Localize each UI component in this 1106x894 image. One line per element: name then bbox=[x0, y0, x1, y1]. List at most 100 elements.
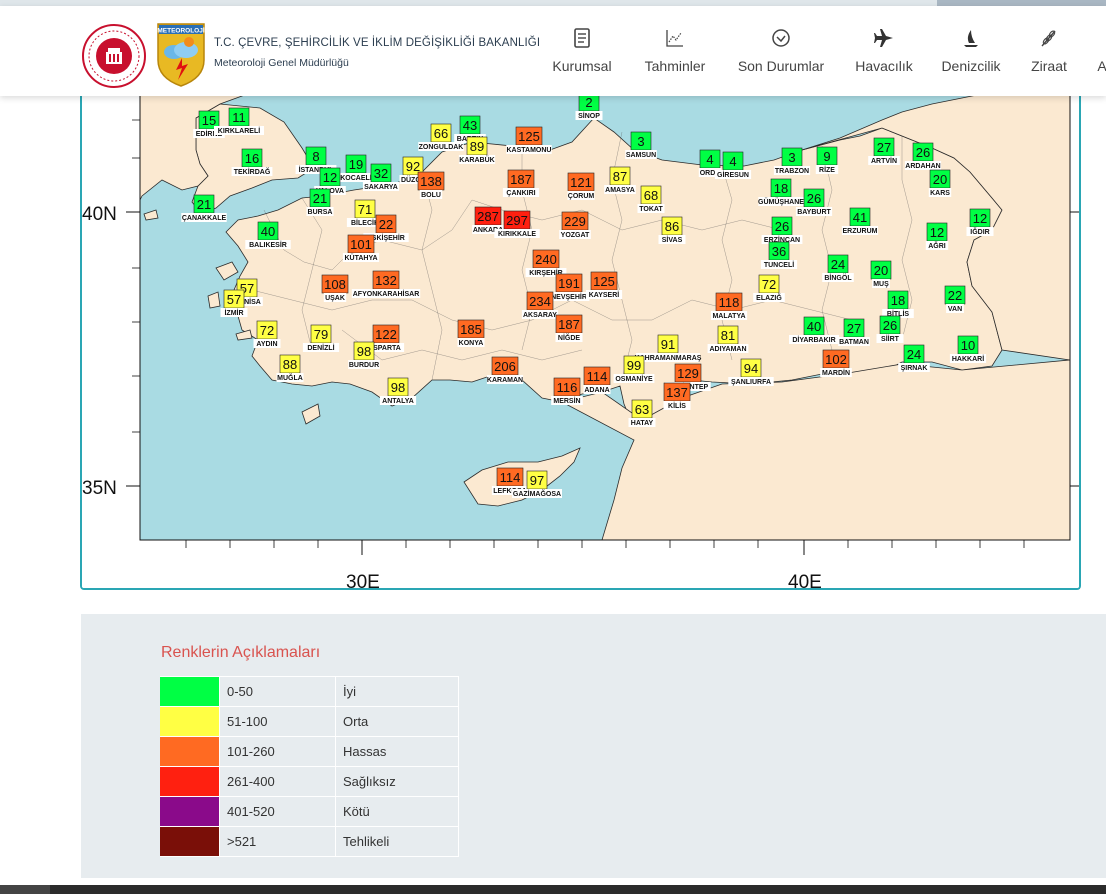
station-marker[interactable]: 108 UŞAK bbox=[321, 274, 349, 302]
station-value: 234 bbox=[529, 294, 551, 309]
station-name: KÜTAHYA bbox=[344, 253, 377, 262]
station-marker[interactable]: 101KÜTAHYA bbox=[342, 234, 380, 262]
station-value: 187 bbox=[510, 172, 532, 187]
station-value: 22 bbox=[948, 288, 962, 303]
station-marker[interactable]: 125 KAYSERİ bbox=[585, 271, 623, 299]
station-marker[interactable]: 86 SİVAS bbox=[658, 216, 686, 244]
nav-label: Havacılık bbox=[855, 58, 913, 74]
station-marker[interactable]: 12IĞDIR bbox=[966, 208, 994, 236]
station-value: 137 bbox=[666, 385, 688, 400]
station-marker[interactable]: 22 VAN bbox=[944, 285, 966, 313]
station-value: 68 bbox=[644, 188, 658, 203]
station-name: BATMAN bbox=[839, 339, 869, 346]
station-value: 10 bbox=[961, 338, 975, 353]
nav-label: Denizcilik bbox=[941, 58, 1001, 74]
nav-ziraat[interactable]: Ziraat bbox=[1024, 22, 1074, 84]
station-name: BURSA bbox=[308, 209, 333, 216]
station-value: 122 bbox=[375, 327, 397, 342]
nav-denizcilik[interactable]: Denizcilik bbox=[936, 22, 1006, 84]
station-marker[interactable]: 234 AKSARAY bbox=[521, 291, 559, 319]
station-marker[interactable]: 121 ÇORUM bbox=[567, 172, 595, 200]
station-marker[interactable]: 137 KİLİS bbox=[663, 382, 691, 410]
station-name: KİLİS bbox=[668, 402, 686, 410]
station-name: GİRESUN bbox=[717, 171, 749, 179]
mgm-logo[interactable]: METEOROLOJİ bbox=[156, 22, 206, 88]
org-subtitle: Meteoroloji Genel Müdürlüğü bbox=[214, 57, 349, 69]
station-marker[interactable]: 114 ADANA bbox=[583, 366, 611, 394]
station-value: 4 bbox=[706, 152, 713, 167]
station-marker[interactable]: 63 HATAY bbox=[628, 399, 656, 427]
station-value: 125 bbox=[518, 129, 540, 144]
station-marker[interactable]: 26 SİİRT bbox=[876, 315, 904, 343]
station-value: 81 bbox=[721, 328, 735, 343]
station-name: GÜMÜŞHANE bbox=[758, 197, 804, 206]
nav-havacilik[interactable]: Havacılık bbox=[850, 22, 918, 84]
station-value: 87 bbox=[613, 169, 627, 184]
station-value: 2 bbox=[585, 95, 592, 110]
station-marker[interactable]: 20 MUŞ bbox=[870, 260, 892, 288]
station-value: 97 bbox=[530, 473, 544, 488]
station-value: 114 bbox=[500, 470, 521, 485]
station-value: 297 bbox=[506, 213, 528, 228]
nav-son-durumlar[interactable]: Son Durumlar bbox=[732, 22, 830, 84]
station-marker[interactable]: 2 SİNOP bbox=[575, 92, 603, 120]
station-marker[interactable]: 68 TOKAT bbox=[637, 185, 665, 213]
station-value: 66 bbox=[434, 126, 448, 141]
station-value: 40 bbox=[807, 319, 821, 334]
station-name: KAYSERİ bbox=[589, 291, 620, 299]
station-marker[interactable]: 12AĞRI bbox=[925, 222, 949, 250]
station-value: 19 bbox=[349, 157, 363, 172]
legend-title: Renklerin Açıklamaları bbox=[161, 644, 321, 661]
station-name: UŞAK bbox=[325, 295, 345, 302]
station-marker[interactable]: 20 KARS bbox=[928, 169, 952, 197]
station-value: 41 bbox=[853, 210, 867, 225]
nav-kurumsal[interactable]: Kurumsal bbox=[548, 22, 616, 84]
legend-range: >521 bbox=[219, 826, 336, 857]
station-value: 24 bbox=[831, 257, 845, 272]
station-marker[interactable]: 229 YOZGAT bbox=[559, 211, 591, 239]
station-marker[interactable]: 187 ÇANKIRI bbox=[502, 169, 540, 197]
legend-swatch bbox=[160, 706, 220, 737]
station-name: ADANA bbox=[584, 387, 609, 394]
lat-label-35n: 35N bbox=[82, 478, 117, 499]
station-value: 12 bbox=[973, 211, 987, 226]
station-marker[interactable]: 206 KARAMAN bbox=[486, 356, 524, 384]
station-marker[interactable]: 72 AYDIN bbox=[253, 320, 281, 348]
chart-icon bbox=[666, 30, 683, 47]
station-name: AYDIN bbox=[256, 341, 277, 348]
station-marker[interactable]: 187NİĞDE bbox=[555, 314, 583, 342]
station-name: SİVAS bbox=[662, 236, 683, 244]
station-marker[interactable]: 102 MARDİN bbox=[820, 349, 852, 377]
station-value: 86 bbox=[665, 219, 679, 234]
station-marker[interactable]: 21 BURSA bbox=[306, 188, 334, 216]
station-marker[interactable]: 185 KONYA bbox=[457, 319, 485, 347]
station-value: 116 bbox=[557, 380, 578, 395]
station-value: 71 bbox=[358, 202, 372, 217]
legend-row: 51-100 Orta bbox=[160, 706, 459, 737]
station-marker[interactable]: 118 MALATYA bbox=[710, 292, 748, 320]
station-value: 191 bbox=[558, 276, 580, 291]
station-value: 114 bbox=[587, 369, 608, 384]
station-name: DİYARBAKIR bbox=[792, 336, 835, 344]
nav-tahminler[interactable]: Tahminler bbox=[638, 22, 712, 84]
legend-row: 0-50 İyi bbox=[160, 676, 459, 707]
station-value: 101 bbox=[350, 237, 372, 252]
station-name: HATAY bbox=[631, 420, 654, 427]
legend-range: 101-260 bbox=[219, 736, 336, 767]
document-icon bbox=[574, 28, 590, 48]
legend-label: Orta bbox=[335, 706, 459, 737]
station-marker[interactable]: 138 BOLU bbox=[417, 171, 445, 199]
station-name: GAZİMAĞOSA bbox=[513, 489, 561, 498]
station-name: NİĞDE bbox=[558, 333, 581, 342]
ministry-logo[interactable] bbox=[82, 24, 146, 88]
station-name: BİLECİK bbox=[351, 219, 379, 227]
scroll-top-button[interactable] bbox=[0, 885, 50, 894]
nav-item-cut[interactable]: A bbox=[1092, 22, 1106, 84]
station-marker[interactable]: 88MUĞLA bbox=[276, 354, 304, 382]
station-marker[interactable]: 57 İZMİR bbox=[220, 289, 248, 317]
station-value: 8 bbox=[312, 149, 319, 164]
station-name: BOLU bbox=[421, 192, 441, 199]
station-marker[interactable]: 9 RİZE bbox=[815, 146, 839, 174]
legend-swatch bbox=[160, 676, 220, 707]
station-marker[interactable]: 116 MERSİN bbox=[551, 377, 583, 405]
